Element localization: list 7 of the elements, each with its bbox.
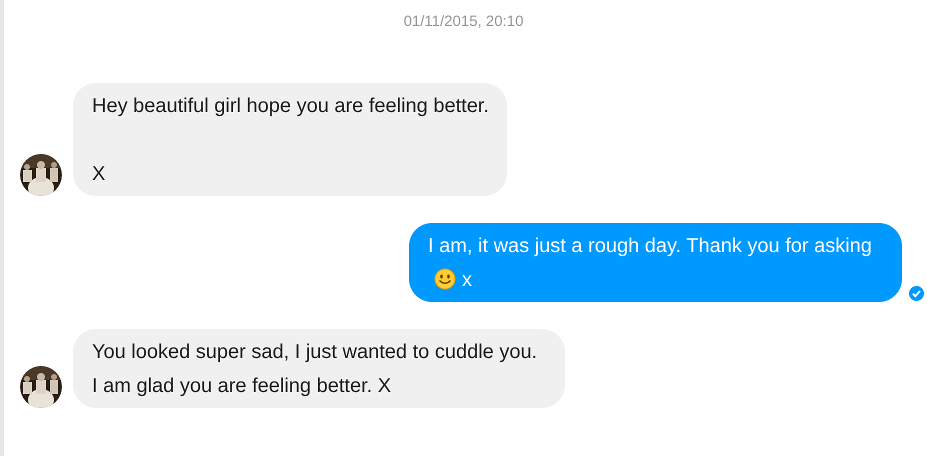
- smiley-icon: [434, 268, 456, 290]
- message-text: x: [462, 269, 472, 291]
- timestamp: 01/11/2015, 20:10: [402, 12, 524, 32]
- message-text: Hey beautiful girl hope you are feeling better.: [92, 94, 489, 119]
- message-text: X: [92, 162, 106, 187]
- message-text: I am, it was just a rough day. Thank you for asking: [428, 235, 872, 257]
- message-text: You looked super sad, I just wanted to cuddle you. I am glad you are feeling better. X: [92, 340, 538, 399]
